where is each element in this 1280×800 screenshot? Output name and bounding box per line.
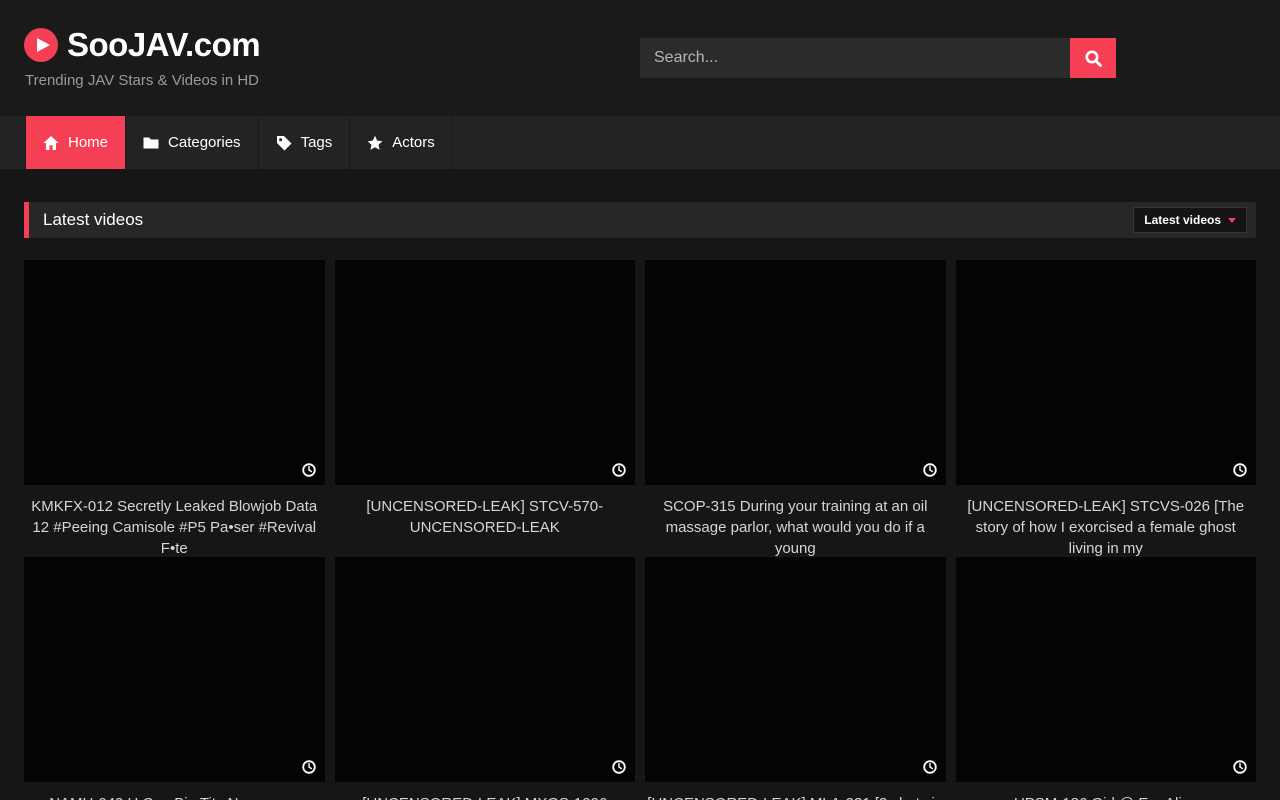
video-thumbnail[interactable]	[24, 557, 325, 782]
video-thumbnail[interactable]	[645, 260, 946, 485]
video-card[interactable]: [UNCENSORED-LEAK] MXGS-1296 Absolutely	[335, 557, 636, 800]
nav-item-tags[interactable]: Tags	[259, 116, 351, 169]
nav-item-label: Actors	[392, 134, 435, 151]
clock-icon	[923, 760, 937, 774]
nav-item-actors[interactable]: Actors	[350, 116, 453, 169]
video-card[interactable]: KMKFX-012 Secretly Leaked Blowjob Data 1…	[24, 260, 325, 557]
clock-icon	[302, 463, 316, 477]
video-thumbnail[interactable]	[956, 260, 1257, 485]
clock-icon	[1233, 463, 1247, 477]
clock-icon	[1233, 760, 1247, 774]
site-header: SooJAV.com Trending JAV Stars & Videos i…	[0, 0, 1280, 116]
video-card[interactable]: SCOP-315 During your training at an oil …	[645, 260, 946, 557]
clock-icon	[302, 760, 316, 774]
tag-icon	[276, 135, 292, 151]
video-thumbnail[interactable]	[956, 557, 1257, 782]
video-card[interactable]: [UNCENSORED-LEAK] STCV-570-UNCENSORED-LE…	[335, 260, 636, 557]
sort-dropdown-button[interactable]: Latest videos	[1133, 207, 1247, 233]
nav-item-label: Tags	[301, 134, 333, 151]
nav-item-home[interactable]: Home	[25, 116, 126, 169]
video-title[interactable]: UPSM-186 Girl @ Era Alice	[956, 782, 1257, 800]
search-form	[640, 38, 1116, 78]
caret-down-icon	[1228, 218, 1236, 223]
section-title: Latest videos	[43, 210, 143, 230]
video-card[interactable]: NAMH-042 H Cup Big Tits Newcomer (170cm …	[24, 557, 325, 800]
video-thumbnail[interactable]	[645, 557, 946, 782]
section-header: Latest videos Latest videos	[24, 202, 1256, 238]
main-content: Latest videos Latest videos KMKFX-012 Se…	[0, 202, 1280, 800]
video-thumbnail[interactable]	[24, 260, 325, 485]
video-thumbnail[interactable]	[335, 557, 636, 782]
video-title[interactable]: [UNCENSORED-LEAK] STCVS-026 [The story o…	[956, 485, 1257, 557]
star-icon	[367, 135, 383, 151]
video-title[interactable]: KMKFX-012 Secretly Leaked Blowjob Data 1…	[24, 485, 325, 557]
site-tagline: Trending JAV Stars & Videos in HD	[25, 72, 259, 89]
sort-dropdown-label: Latest videos	[1144, 213, 1221, 227]
home-icon	[43, 135, 59, 151]
video-card[interactable]: [UNCENSORED-LEAK] MLA-231 [3 shots in	[645, 557, 946, 800]
search-input[interactable]	[640, 38, 1070, 78]
nav-item-categories[interactable]: Categories	[126, 116, 259, 169]
play-circle-icon	[24, 28, 58, 62]
video-thumbnail[interactable]	[335, 260, 636, 485]
video-title[interactable]: [UNCENSORED-LEAK] MLA-231 [3 shots in	[645, 782, 946, 800]
video-card[interactable]: UPSM-186 Girl @ Era Alice	[956, 557, 1257, 800]
folder-icon	[143, 135, 159, 151]
video-grid: KMKFX-012 Secretly Leaked Blowjob Data 1…	[24, 260, 1256, 800]
video-title[interactable]: [UNCENSORED-LEAK] MXGS-1296 Absolutely	[335, 782, 636, 800]
video-title[interactable]: NAMH-042 H Cup Big Tits Newcomer (170cm …	[24, 782, 325, 800]
video-title[interactable]: SCOP-315 During your training at an oil …	[645, 485, 946, 557]
search-button[interactable]	[1070, 38, 1116, 78]
clock-icon	[612, 760, 626, 774]
site-logo[interactable]: SooJAV.com	[24, 26, 260, 64]
site-title: SooJAV.com	[67, 26, 260, 64]
video-title[interactable]: [UNCENSORED-LEAK] STCV-570-UNCENSORED-LE…	[335, 485, 636, 557]
clock-icon	[923, 463, 937, 477]
nav-item-label: Home	[68, 134, 108, 151]
clock-icon	[612, 463, 626, 477]
video-card[interactable]: [UNCENSORED-LEAK] STCVS-026 [The story o…	[956, 260, 1257, 557]
nav-item-label: Categories	[168, 134, 241, 151]
main-nav: Home Categories Tags Actors	[0, 116, 1280, 169]
search-icon	[1084, 49, 1103, 68]
